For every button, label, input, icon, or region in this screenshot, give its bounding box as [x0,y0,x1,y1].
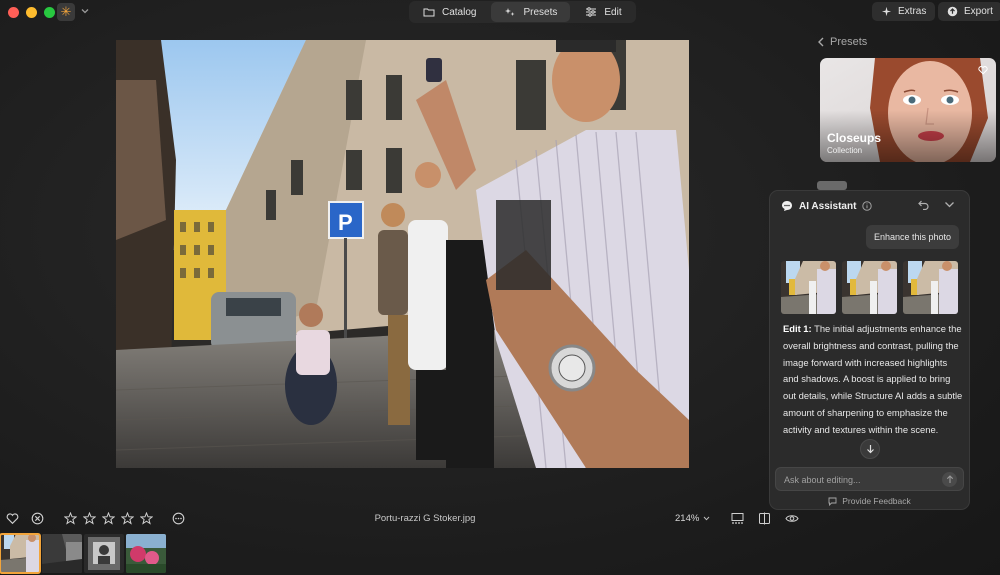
edit-preview-thumbnail[interactable] [842,261,897,314]
info-icon[interactable] [862,201,873,211]
preset-title: Closeups [827,131,882,145]
arrow-down-icon [866,445,874,454]
ai-response-text: The initial adjustments enhance the over… [783,323,963,435]
filmstrip-thumbnail[interactable] [126,534,166,573]
preset-card-closeups[interactable]: Closeups Collection [820,58,996,162]
close-window-button[interactable] [8,7,19,18]
bottom-toolbar: Portu-razzi G Stoker.jpg 214% [0,508,1000,530]
send-button[interactable] [942,472,957,487]
filmstrip-thumbnail[interactable] [0,533,41,574]
eye-icon[interactable] [785,512,799,525]
ai-response-label: Edit 1: [783,323,812,334]
mode-tabs: Catalog Presets Edit [409,1,636,23]
tab-catalog[interactable]: Catalog [410,2,489,22]
export-label: Export [964,6,993,17]
tab-edit-label: Edit [604,6,622,18]
scroll-down-button[interactable] [860,439,880,459]
ai-assistant-title: AI Assistant [799,200,857,212]
preset-subtitle: Collection [827,146,863,155]
preset-card-next[interactable] [817,181,847,190]
heart-icon[interactable] [978,65,988,75]
main-photo[interactable]: P [116,40,689,468]
presets-back-label: Presets [830,36,868,48]
window-controls [8,7,55,18]
chevron-down-icon[interactable] [944,199,955,210]
sparkle-icon [881,6,892,17]
export-icon [947,6,958,17]
chevron-left-icon [818,37,824,47]
tab-catalog-label: Catalog [442,6,477,18]
undo-icon[interactable] [918,199,929,210]
tab-presets-label: Presets [523,6,558,18]
filmstrip-icon[interactable] [731,512,744,525]
compare-icon[interactable] [758,512,771,525]
ai-assistant-header: AI Assistant [781,199,959,213]
photo-canvas: P [116,40,689,468]
sparkle-icon [505,8,515,16]
extras-label: Extras [898,6,927,17]
feedback-icon [828,497,837,506]
provide-feedback-label: Provide Feedback [842,496,911,506]
provide-feedback-button[interactable]: Provide Feedback [770,496,969,506]
chevron-down-icon [703,516,710,521]
sliders-icon [586,7,597,17]
zoom-window-button[interactable] [44,7,55,18]
ask-input[interactable] [784,472,934,487]
folder-icon [423,8,435,17]
file-name: Portu-razzi G Stoker.jpg [374,513,476,524]
presets-back-button[interactable]: Presets [817,36,867,48]
extras-button[interactable]: Extras [872,2,936,21]
filmstrip-thumbnail[interactable] [42,534,82,573]
edit-preview-thumbnail[interactable] [903,261,958,314]
ai-response: Edit 1: The initial adjustments enhance … [783,321,963,439]
ask-field [775,467,964,491]
user-message: Enhance this photo [865,225,959,249]
zoom-control[interactable]: 214% [675,513,710,524]
edit-previews [781,261,958,314]
zoom-level: 214% [675,513,700,524]
filmstrip [0,533,166,575]
ai-assistant-panel: AI Assistant Enhance this photo Edit 1: … [769,190,970,510]
chat-bubble-icon [782,201,792,211]
export-button[interactable]: Export [938,2,1000,21]
app-window: ✳ Catalog Presets Edit Extras Export P P… [0,0,1000,575]
edit-preview-thumbnail[interactable] [781,261,836,314]
tab-edit[interactable]: Edit [572,2,634,22]
filmstrip-thumbnail[interactable] [84,534,124,573]
svg-text:P: P [338,210,353,235]
tab-presets[interactable]: Presets [491,2,571,22]
app-logo-icon[interactable]: ✳ [57,3,75,21]
chevron-down-icon[interactable] [80,6,90,16]
minimize-window-button[interactable] [26,7,37,18]
arrow-up-icon [946,475,953,483]
